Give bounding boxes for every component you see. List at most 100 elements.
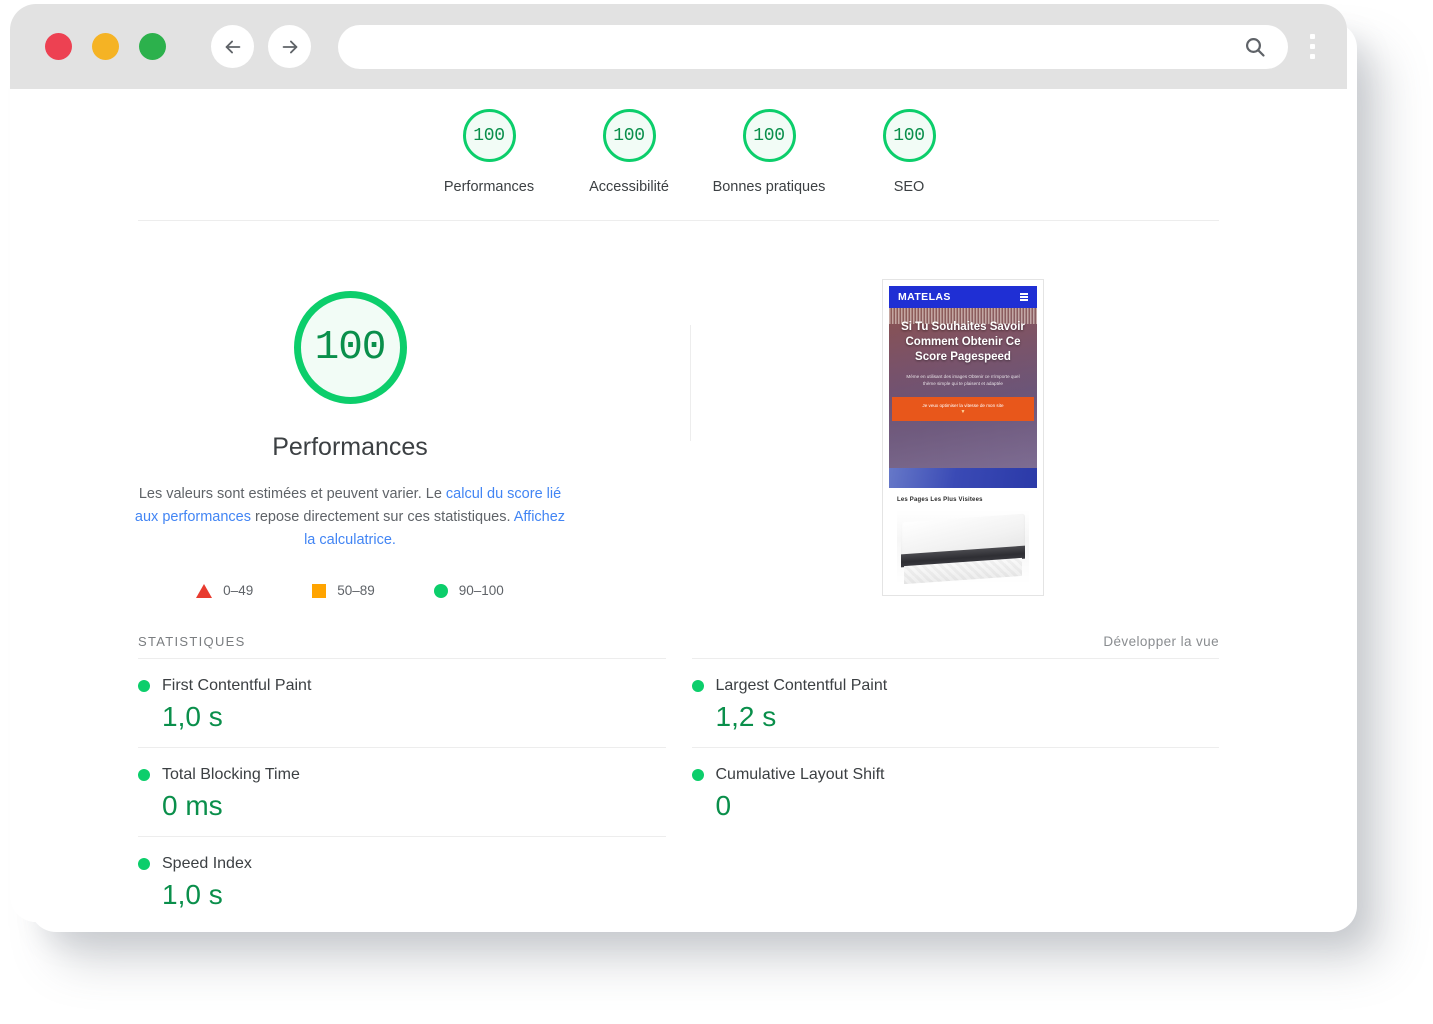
metric-total-blocking-time[interactable]: Total Blocking Time 0 ms bbox=[138, 747, 666, 836]
arrow-right-icon bbox=[279, 36, 301, 58]
metric-value: 1,2 s bbox=[715, 701, 777, 732]
metric-value: 0 ms bbox=[162, 790, 223, 821]
thumbnail-site-header: MATELAS bbox=[889, 286, 1037, 308]
thumbnail-section-title: Les Pages Les Plus Visitees bbox=[897, 497, 983, 503]
gauge-label: Bonnes pratiques bbox=[712, 179, 826, 195]
status-badge bbox=[691, 769, 704, 781]
status-badge bbox=[691, 680, 704, 692]
browser-window: 100 Performances 100 Accessibilité 100 B… bbox=[10, 4, 1347, 922]
cta-text: Je veux optimiser la vitesse de mon site bbox=[922, 403, 1004, 408]
score-description: Les valeurs sont estimées et peuvent var… bbox=[130, 483, 570, 552]
thumbnail-popular-pages: Les Pages Les Plus Visitees bbox=[889, 488, 1037, 589]
kebab-menu-icon[interactable] bbox=[1310, 34, 1315, 59]
metrics-column-left: First Contentful Paint 1,0 s Total Block… bbox=[138, 658, 666, 922]
vertical-divider bbox=[690, 325, 691, 441]
gauge-ring: 100 bbox=[602, 109, 656, 162]
gauge-label: SEO bbox=[893, 179, 925, 195]
gauge-score: 100 bbox=[473, 125, 505, 146]
metric-label: First Contentful Paint bbox=[162, 677, 312, 694]
forward-button[interactable] bbox=[268, 25, 311, 68]
thumbnail-blue-strip bbox=[889, 468, 1037, 488]
status-badge bbox=[138, 858, 150, 870]
gauge-label: Accessibilité bbox=[589, 179, 669, 195]
nav-buttons bbox=[211, 25, 311, 68]
status-badge bbox=[138, 680, 150, 692]
minimize-button[interactable] bbox=[92, 33, 119, 60]
close-button[interactable] bbox=[45, 33, 72, 60]
metric-value: 0 bbox=[715, 790, 732, 821]
legend-item-pass: 90–100 bbox=[433, 583, 504, 598]
metrics-column-right: Largest Contentful Paint 1,2 s Cumulativ… bbox=[691, 658, 1220, 922]
metric-label: Total Blocking Time bbox=[162, 766, 300, 783]
metric-header: First Contentful Paint bbox=[138, 677, 666, 695]
circle-icon bbox=[433, 583, 448, 598]
thumbnail-hero: Si Tu Souhaites Savoir Comment Obtenir C… bbox=[889, 308, 1037, 468]
category-gauges: 100 Performances 100 Accessibilité 100 B… bbox=[10, 89, 1347, 195]
search-icon[interactable] bbox=[1242, 34, 1268, 60]
score-panel: 100 Performances Les valeurs sont estimé… bbox=[10, 279, 690, 598]
metric-largest-contentful-paint[interactable]: Largest Contentful Paint 1,2 s bbox=[691, 658, 1220, 747]
legend-label: 0–49 bbox=[223, 583, 254, 598]
page-title: Performances bbox=[272, 433, 428, 461]
thumbnail-headline: Si Tu Souhaites Savoir Comment Obtenir C… bbox=[901, 321, 1025, 363]
thumbnail-cta-banner: Je veux optimiser la vitesse de mon site… bbox=[892, 397, 1034, 421]
legend-label: 90–100 bbox=[458, 583, 504, 598]
metric-header: Largest Contentful Paint bbox=[691, 677, 1220, 695]
performance-score: 100 bbox=[314, 324, 387, 371]
statistics-title: STATISTIQUES bbox=[138, 634, 246, 649]
statistics-section: STATISTIQUES Développer la vue First Con… bbox=[10, 634, 1347, 922]
metric-label: Largest Contentful Paint bbox=[715, 677, 888, 694]
metric-header: Total Blocking Time bbox=[138, 766, 666, 784]
address-input[interactable] bbox=[360, 24, 1242, 69]
gauge-ring: 100 bbox=[742, 109, 796, 162]
expand-view-link[interactable]: Développer la vue bbox=[1103, 634, 1219, 649]
legend-item-average: 50–89 bbox=[312, 583, 375, 598]
score-legend: 0–49 50–89 90–100 bbox=[196, 583, 504, 598]
performance-score-ring: 100 bbox=[293, 291, 407, 404]
metric-cumulative-layout-shift[interactable]: Cumulative Layout Shift 0 bbox=[691, 747, 1220, 836]
gauge-bonnes-pratiques[interactable]: 100 Bonnes pratiques bbox=[699, 109, 839, 195]
gauge-ring: 100 bbox=[882, 109, 936, 162]
back-button[interactable] bbox=[211, 25, 254, 68]
page-content: 100 Performances 100 Accessibilité 100 B… bbox=[10, 89, 1347, 922]
gauge-seo[interactable]: 100 SEO bbox=[839, 109, 979, 195]
metric-label: Speed Index bbox=[162, 855, 252, 872]
hamburger-icon bbox=[1020, 293, 1028, 301]
gauge-ring: 100 bbox=[462, 109, 516, 162]
gauge-score: 100 bbox=[893, 125, 925, 146]
legend-item-fail: 0–49 bbox=[196, 583, 253, 598]
statistics-header: STATISTIQUES Développer la vue bbox=[138, 634, 1219, 649]
page-screenshot-thumbnail[interactable]: MATELAS Si Tu Souhaites Savoir Comment O… bbox=[882, 279, 1044, 596]
gauge-score: 100 bbox=[753, 125, 785, 146]
thumbnail-subtext: Méme en utilisant des images Obtenir ce … bbox=[906, 374, 1020, 386]
metric-header: Speed Index bbox=[138, 855, 666, 873]
browser-chrome bbox=[10, 4, 1347, 89]
metrics-grid: First Contentful Paint 1,0 s Total Block… bbox=[138, 658, 1219, 922]
metric-speed-index[interactable]: Speed Index 1,0 s bbox=[138, 836, 666, 922]
maximize-button[interactable] bbox=[139, 33, 166, 60]
gauge-label: Performances bbox=[443, 179, 535, 195]
site-logo: MATELAS bbox=[898, 291, 951, 303]
legend-label: 50–89 bbox=[337, 583, 375, 598]
address-bar[interactable] bbox=[338, 24, 1288, 69]
metric-value: 1,0 s bbox=[162, 701, 223, 732]
desc-text-2: repose directement sur ces statistiques. bbox=[250, 509, 514, 525]
triangle-icon bbox=[196, 583, 213, 598]
metric-label: Cumulative Layout Shift bbox=[715, 766, 885, 783]
desc-text-1: Les valeurs sont estimées et peuvent var… bbox=[138, 486, 446, 502]
gauge-score: 100 bbox=[613, 125, 645, 146]
gauge-performances[interactable]: 100 Performances bbox=[419, 109, 559, 195]
status-badge bbox=[138, 769, 150, 781]
preview-panel: MATELAS Si Tu Souhaites Savoir Comment O… bbox=[690, 279, 1347, 598]
metric-value: 1,0 s bbox=[162, 879, 223, 910]
thumbnail-inner: MATELAS Si Tu Souhaites Savoir Comment O… bbox=[889, 286, 1037, 589]
square-icon bbox=[312, 583, 327, 598]
metric-header: Cumulative Layout Shift bbox=[691, 766, 1220, 784]
chevron-down-icon: ▼ bbox=[960, 409, 966, 415]
hero-section: 100 Performances Les valeurs sont estimé… bbox=[10, 221, 1347, 598]
metric-first-contentful-paint[interactable]: First Contentful Paint 1,0 s bbox=[138, 658, 666, 747]
traffic-lights bbox=[45, 33, 166, 60]
mattress-photo bbox=[897, 510, 1029, 584]
arrow-left-icon bbox=[222, 36, 244, 58]
gauge-accessibilite[interactable]: 100 Accessibilité bbox=[559, 109, 699, 195]
